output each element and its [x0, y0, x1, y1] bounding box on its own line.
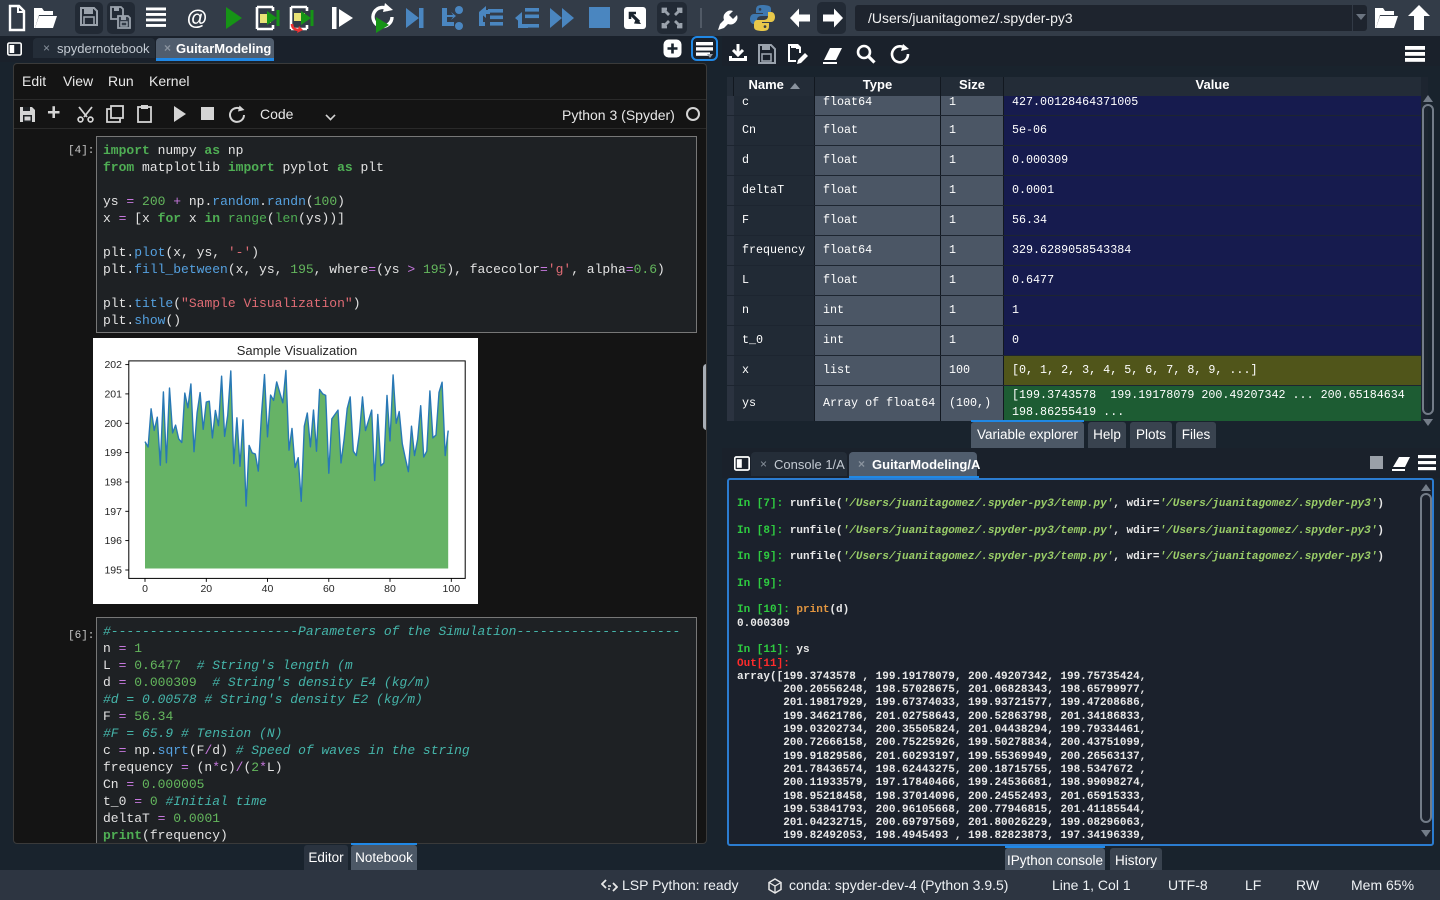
- svg-text:197: 197: [104, 506, 122, 518]
- svg-text:201: 201: [104, 388, 122, 400]
- svg-text:100: 100: [443, 583, 461, 595]
- svg-text:195: 195: [104, 565, 122, 577]
- svg-text:@: @: [187, 7, 207, 30]
- svg-text:80: 80: [384, 583, 396, 595]
- svg-text:20: 20: [200, 583, 212, 595]
- svg-text:199: 199: [104, 447, 122, 459]
- svg-text:200: 200: [104, 418, 122, 430]
- svg-text:202: 202: [104, 359, 122, 371]
- svg-text:198: 198: [104, 477, 122, 489]
- svg-text:60: 60: [323, 583, 335, 595]
- svg-text:40: 40: [262, 583, 274, 595]
- svg-text:196: 196: [104, 535, 122, 547]
- svg-text:0: 0: [142, 583, 148, 595]
- svg-text:Sample Visualization: Sample Visualization: [237, 343, 357, 358]
